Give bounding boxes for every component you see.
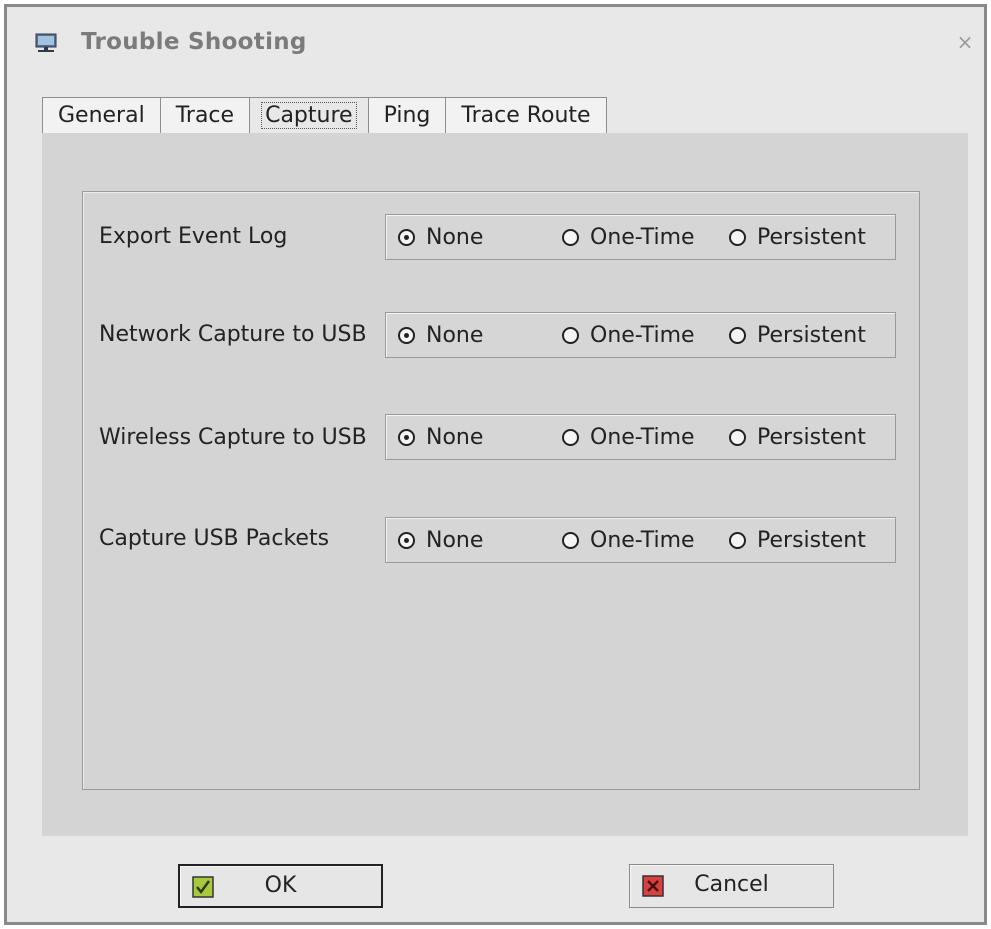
cancel-label: Cancel: [694, 872, 769, 897]
export-event-log-radio-group: None One-Time Persistent: [385, 214, 896, 260]
capture-usb-packets-label: Capture USB Packets: [99, 526, 330, 551]
tab-label: Trace Route: [461, 103, 591, 128]
tab-trace-route[interactable]: Trace Route: [445, 97, 607, 133]
radio-label: None: [426, 224, 484, 250]
export-event-log-one-time-radio[interactable]: One-Time: [562, 215, 695, 259]
radio-label: One-Time: [590, 424, 695, 450]
tab-general[interactable]: General: [42, 97, 161, 133]
network-icon: [35, 33, 57, 52]
network-capture-persistent-radio[interactable]: Persistent: [729, 313, 866, 357]
radio-unchecked-icon: [729, 531, 746, 549]
radio-label: Persistent: [757, 322, 866, 348]
radio-label: Persistent: [757, 527, 866, 553]
tab-trace[interactable]: Trace: [159, 97, 251, 133]
dialog-title: Trouble Shooting: [81, 29, 307, 55]
tab-label: General: [58, 103, 145, 128]
export-event-log-persistent-radio[interactable]: Persistent: [729, 215, 866, 259]
wireless-capture-one-time-radio[interactable]: One-Time: [562, 415, 695, 459]
cancel-button[interactable]: Cancel: [629, 864, 834, 908]
radio-label: One-Time: [590, 224, 695, 250]
ok-button[interactable]: OK: [178, 864, 383, 908]
wireless-capture-persistent-radio[interactable]: Persistent: [729, 415, 866, 459]
radio-checked-icon: [398, 531, 415, 549]
radio-checked-icon: [398, 326, 415, 344]
ok-label: OK: [264, 873, 297, 898]
tab-bar: General Trace Capture Ping Trace Route: [42, 97, 607, 135]
radio-unchecked-icon: [729, 326, 746, 344]
network-capture-radio-group: None One-Time Persistent: [385, 312, 896, 358]
trouble-shooting-dialog: Trouble Shooting × General Trace Capture…: [4, 4, 987, 925]
wireless-capture-label: Wireless Capture to USB: [99, 425, 367, 450]
network-capture-one-time-radio[interactable]: One-Time: [562, 313, 695, 357]
tab-capture[interactable]: Capture: [249, 97, 369, 135]
tab-label: Trace: [175, 103, 235, 128]
radio-label: None: [426, 322, 484, 348]
wireless-capture-none-radio[interactable]: None: [398, 415, 483, 459]
tab-label: Ping: [383, 103, 431, 128]
radio-unchecked-icon: [562, 326, 579, 344]
close-icon[interactable]: ×: [954, 31, 976, 53]
radio-unchecked-icon: [729, 228, 746, 246]
export-event-log-label: Export Event Log: [99, 224, 288, 249]
radio-unchecked-icon: [562, 428, 579, 446]
capture-usb-packets-persistent-radio[interactable]: Persistent: [729, 518, 866, 562]
radio-label: None: [426, 424, 484, 450]
radio-checked-icon: [398, 428, 415, 446]
radio-unchecked-icon: [562, 531, 579, 549]
capture-tab-panel: Export Event Log None One-Time Persisten…: [42, 133, 968, 836]
radio-unchecked-icon: [562, 228, 579, 246]
wireless-capture-radio-group: None One-Time Persistent: [385, 414, 896, 460]
radio-unchecked-icon: [729, 428, 746, 446]
capture-options-group: Export Event Log None One-Time Persisten…: [82, 191, 920, 790]
radio-label: One-Time: [590, 527, 695, 553]
capture-usb-packets-one-time-radio[interactable]: One-Time: [562, 518, 695, 562]
radio-label: One-Time: [590, 322, 695, 348]
tab-ping[interactable]: Ping: [367, 97, 447, 133]
network-capture-label: Network Capture to USB: [99, 322, 367, 347]
radio-label: Persistent: [757, 424, 866, 450]
capture-usb-packets-radio-group: None One-Time Persistent: [385, 517, 896, 563]
capture-usb-packets-none-radio[interactable]: None: [398, 518, 483, 562]
tab-label: Capture: [261, 102, 357, 129]
radio-label: Persistent: [757, 224, 866, 250]
export-event-log-none-radio[interactable]: None: [398, 215, 483, 259]
radio-label: None: [426, 527, 484, 553]
radio-checked-icon: [398, 228, 415, 246]
network-capture-none-radio[interactable]: None: [398, 313, 483, 357]
